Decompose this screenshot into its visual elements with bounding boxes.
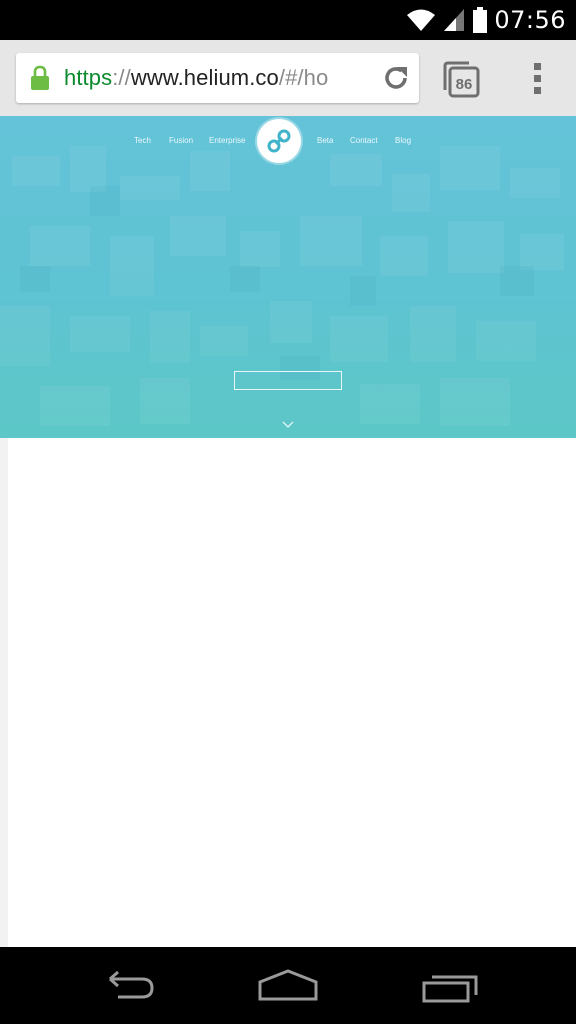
system-nav-bar	[0, 947, 576, 1024]
helium-logo-icon[interactable]	[257, 119, 301, 163]
status-time: 07:56	[494, 6, 566, 34]
hero-input-field[interactable]	[234, 371, 342, 390]
nav-link-contact[interactable]: Contact	[350, 136, 378, 145]
signal-icon	[444, 9, 465, 31]
web-content: Tech Fusion Enterprise Beta Contact Blog	[0, 116, 576, 947]
nav-link-tech[interactable]: Tech	[134, 136, 151, 145]
url-separator: ://	[112, 65, 131, 90]
overflow-menu-icon[interactable]	[524, 60, 550, 100]
back-icon[interactable]	[98, 969, 158, 1003]
android-screen: 07:56 https://www.helium.co/#/ho 86 Tech…	[0, 0, 576, 1024]
url-path: /#/ho	[278, 65, 329, 90]
url-text[interactable]: https://www.helium.co/#/ho	[64, 65, 369, 91]
url-host: www.helium.co	[130, 65, 279, 90]
nav-link-fusion[interactable]: Fusion	[169, 136, 193, 145]
nav-link-beta[interactable]: Beta	[317, 136, 333, 145]
home-icon[interactable]	[256, 967, 320, 1003]
browser-toolbar: https://www.helium.co/#/ho 86	[0, 40, 576, 116]
page-left-edge	[0, 438, 8, 947]
reload-icon[interactable]	[381, 63, 411, 93]
status-icons: 07:56	[406, 0, 566, 40]
wifi-icon	[407, 9, 436, 31]
hero-section: Tech Fusion Enterprise Beta Contact Blog	[0, 116, 576, 438]
nav-link-enterprise[interactable]: Enterprise	[209, 136, 245, 145]
lock-icon[interactable]	[16, 65, 64, 91]
battery-icon	[473, 7, 488, 33]
tabs-icon[interactable]: 86	[441, 60, 481, 100]
url-scheme: https	[64, 65, 113, 90]
nav-link-blog[interactable]: Blog	[395, 136, 411, 145]
tab-count: 86	[456, 76, 473, 93]
site-nav: Tech Fusion Enterprise Beta Contact Blog	[0, 116, 576, 168]
status-bar: 07:56	[0, 0, 576, 40]
omnibox[interactable]: https://www.helium.co/#/ho	[16, 53, 419, 103]
chevron-down-icon[interactable]	[282, 421, 294, 429]
recents-icon[interactable]	[420, 969, 480, 1003]
